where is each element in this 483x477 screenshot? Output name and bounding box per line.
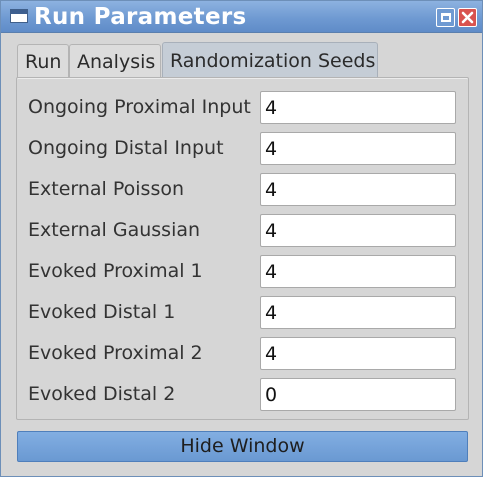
field-label-evoked-proximal-1: Evoked Proximal 1 (28, 260, 203, 282)
tab-analysis[interactable]: Analysis (69, 44, 161, 78)
title-bar[interactable]: Run Parameters (1, 1, 482, 33)
field-label-external-gaussian: External Gaussian (28, 219, 201, 241)
external-poisson-field[interactable] (260, 173, 456, 206)
ongoing-proximal-input-field[interactable] (260, 91, 456, 124)
window-app-icon (10, 9, 28, 23)
hide-window-button[interactable]: Hide Window (17, 431, 468, 462)
field-label-evoked-distal-1: Evoked Distal 1 (28, 301, 176, 323)
evoked-proximal-1-field[interactable] (260, 255, 456, 288)
field-label-evoked-proximal-2: Evoked Proximal 2 (28, 342, 203, 364)
tab-run[interactable]: Run (17, 44, 69, 78)
evoked-distal-2-field[interactable] (260, 378, 456, 411)
external-gaussian-field[interactable] (260, 214, 456, 247)
ongoing-distal-input-field[interactable] (260, 132, 456, 165)
window-title: Run Parameters (34, 4, 247, 30)
field-label-ongoing-distal-input: Ongoing Distal Input (28, 137, 224, 159)
field-label-external-poisson: External Poisson (28, 178, 185, 200)
evoked-proximal-2-field[interactable] (260, 337, 456, 370)
close-icon[interactable] (458, 8, 477, 27)
tab-randomization-seeds[interactable]: Randomization Seeds (162, 42, 378, 78)
run-parameters-window: Run Parameters Run Analysis Randomizatio… (0, 0, 483, 477)
maximize-icon[interactable] (436, 8, 455, 27)
field-label-evoked-distal-2: Evoked Distal 2 (28, 383, 176, 405)
field-label-ongoing-proximal-input: Ongoing Proximal Input (28, 96, 251, 118)
evoked-distal-1-field[interactable] (260, 296, 456, 329)
